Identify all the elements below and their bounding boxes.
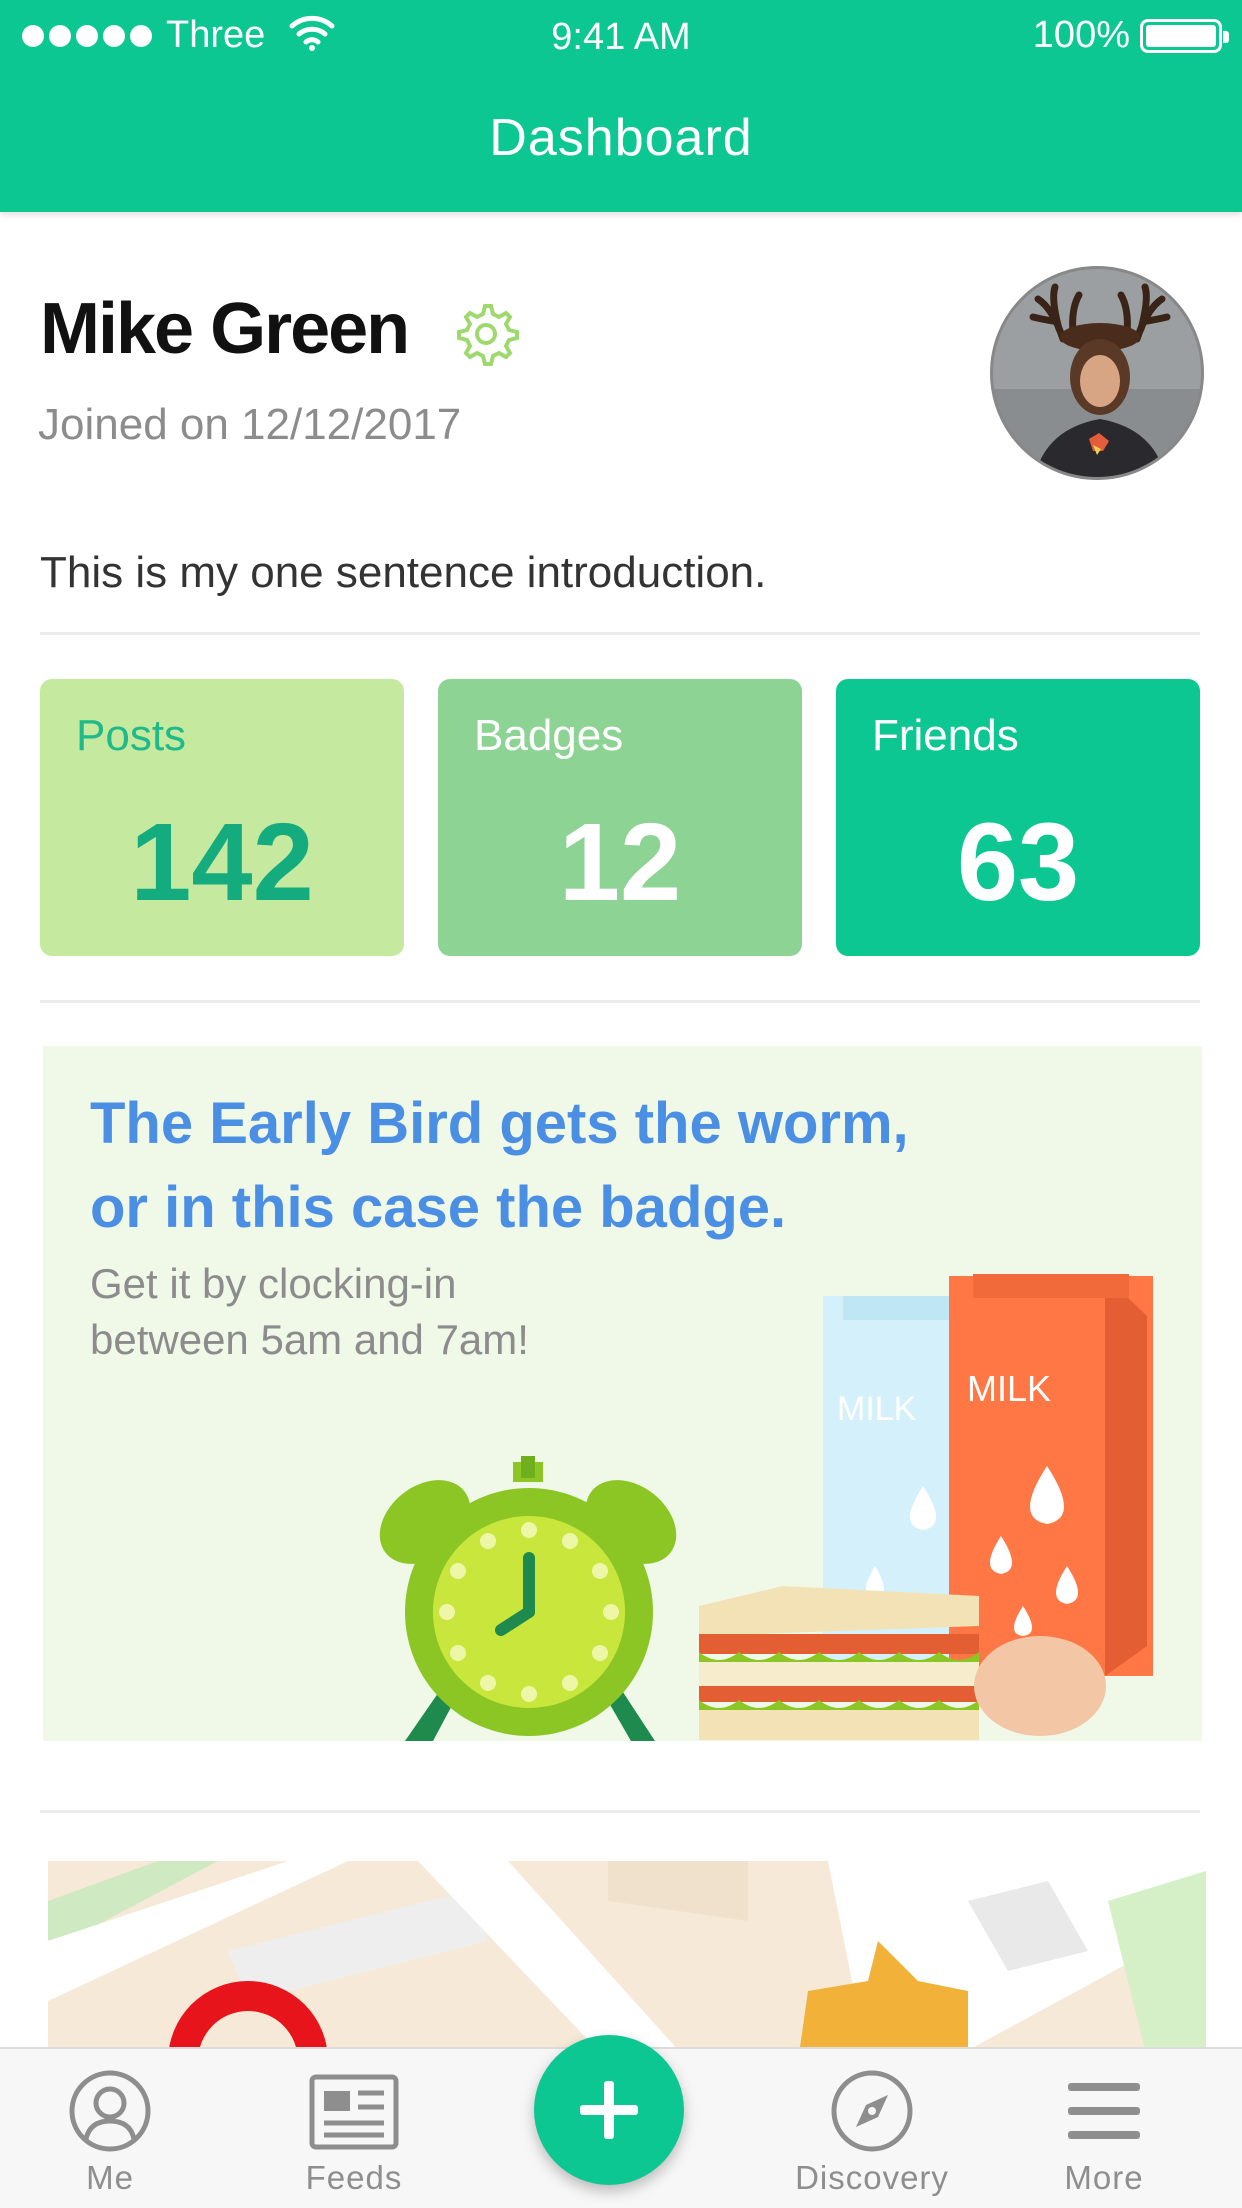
tab-label: Discovery xyxy=(795,2159,949,2196)
stat-value: 12 xyxy=(558,801,682,924)
map-graphic xyxy=(48,1861,1206,2061)
newspaper-icon xyxy=(309,2074,399,2150)
gear-icon[interactable] xyxy=(452,300,520,368)
stat-label: Badges xyxy=(474,711,624,760)
tab-discovery[interactable]: Discovery xyxy=(792,2069,952,2208)
tab-label: More xyxy=(1064,2159,1144,2196)
battery-indicator: 100% xyxy=(1032,14,1229,57)
tab-label: Feeds xyxy=(305,2159,403,2196)
compass-icon xyxy=(831,2070,913,2152)
stat-label: Friends xyxy=(872,711,1019,760)
menu-icon xyxy=(1068,2083,1140,2139)
sandwich-icon xyxy=(699,1586,979,1740)
stat-card-badges[interactable]: Badges 12 xyxy=(438,679,802,956)
stat-label: Posts xyxy=(76,711,187,760)
page-title: Dashboard xyxy=(489,109,753,167)
promo-title: The Early Bird gets the worm, or in this… xyxy=(90,1082,1090,1250)
promo-title-line: The Early Bird gets the worm, xyxy=(90,1091,909,1156)
avatar-photo xyxy=(993,269,1201,477)
tab-label: Me xyxy=(86,2159,134,2196)
divider xyxy=(40,1810,1200,1813)
stat-card-posts[interactable]: Posts 142 xyxy=(40,679,404,956)
divider xyxy=(40,632,1200,635)
stat-value: 142 xyxy=(130,801,314,924)
profile-intro: This is my one sentence introduction. xyxy=(40,548,767,597)
status-bar: Three 9:41 AM 100% xyxy=(0,0,1242,76)
milk-label-left: MILK xyxy=(837,1390,917,1428)
tab-more[interactable]: More xyxy=(1024,2069,1184,2208)
promo-title-line: or in this case the badge. xyxy=(90,1175,787,1240)
profile-name: Mike Green xyxy=(40,289,410,369)
avatar[interactable] xyxy=(990,266,1204,480)
plus-icon xyxy=(580,2081,638,2139)
promo-subtitle-line: between 5am and 7am! xyxy=(90,1316,529,1363)
battery-icon xyxy=(1140,18,1229,53)
tab-feeds[interactable]: Feeds xyxy=(274,2069,434,2208)
app-header: Three 9:41 AM 100% Dashboard xyxy=(0,0,1242,212)
divider xyxy=(40,1000,1200,1003)
milk-label-right: MILK xyxy=(967,1368,1052,1409)
stat-card-friends[interactable]: Friends 63 xyxy=(836,679,1200,956)
add-button[interactable] xyxy=(534,2035,684,2185)
promo-banner[interactable]: The Early Bird gets the worm, or in this… xyxy=(43,1046,1202,1741)
alarm-clock-icon xyxy=(379,1456,677,1741)
egg-icon xyxy=(974,1636,1106,1736)
battery-percent: 100% xyxy=(1032,14,1130,56)
joined-date: Joined on 12/12/2017 xyxy=(38,400,462,449)
promo-subtitle: Get it by clocking-in between 5am and 7a… xyxy=(90,1256,650,1368)
map-preview[interactable] xyxy=(48,1861,1206,2061)
tab-me[interactable]: Me xyxy=(30,2069,190,2208)
promo-subtitle-line: Get it by clocking-in xyxy=(90,1260,457,1307)
person-icon xyxy=(69,2070,151,2152)
stat-value: 63 xyxy=(956,801,1080,924)
